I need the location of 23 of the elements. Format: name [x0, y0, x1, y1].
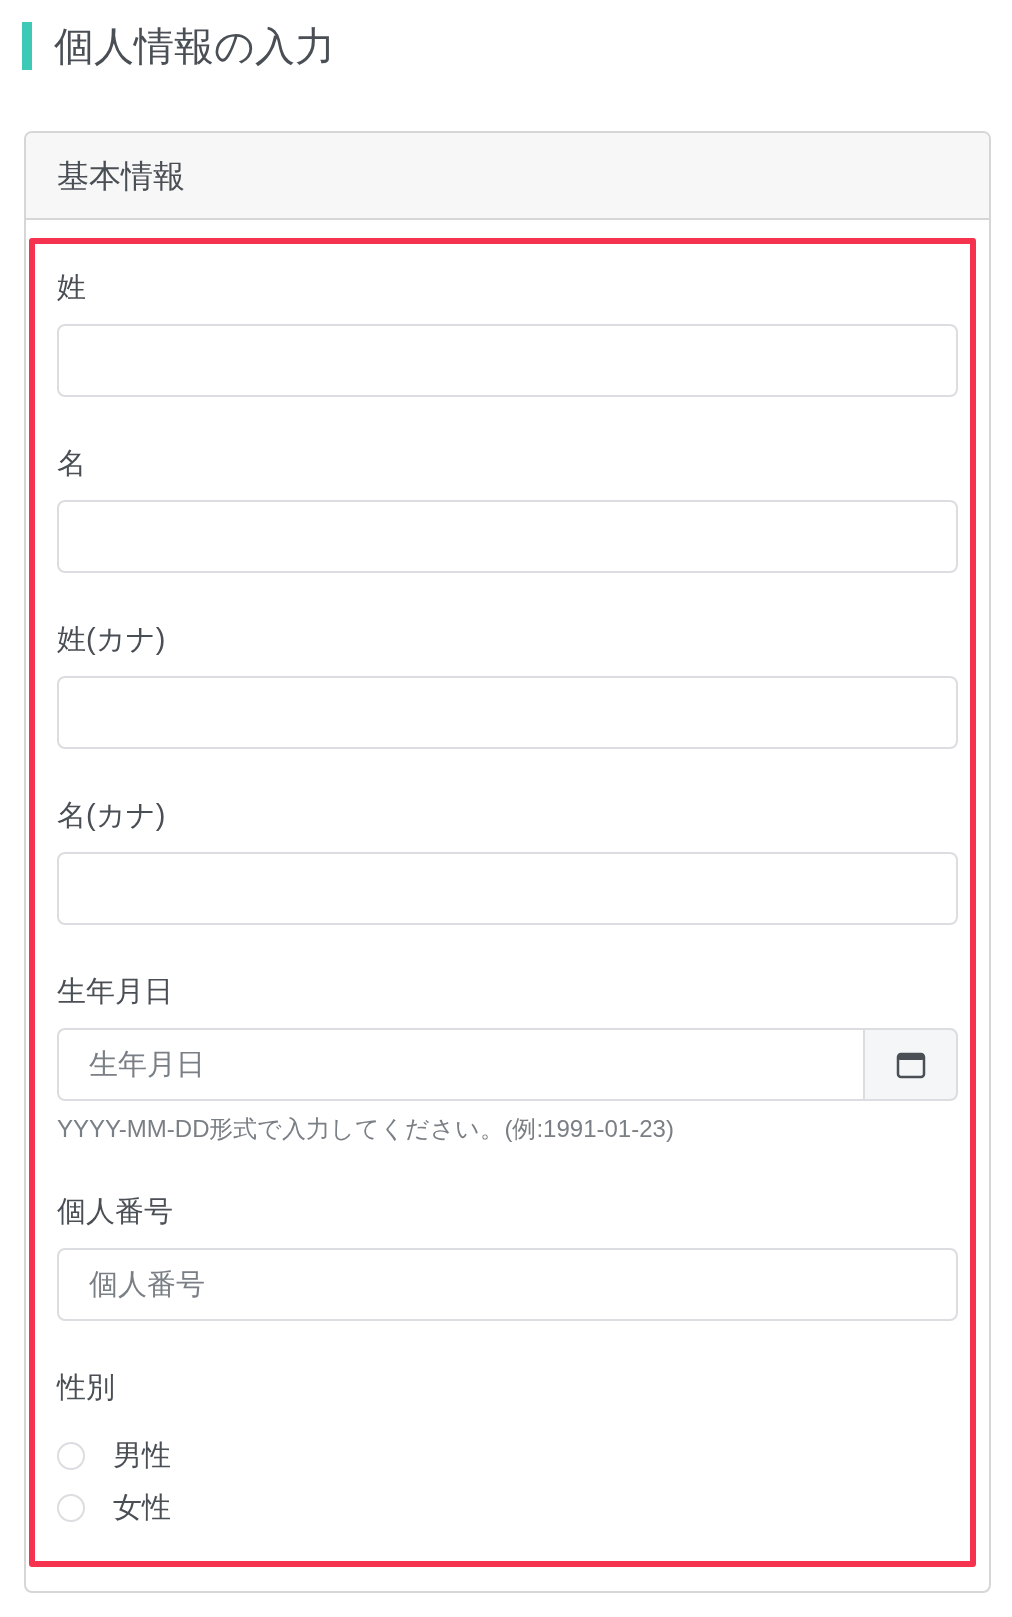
field-label: 個人番号: [57, 1194, 173, 1229]
date-field[interactable]: 生年月日: [57, 1028, 863, 1101]
field-label: 姓(カナ): [57, 622, 166, 657]
calendar-icon: [895, 1050, 926, 1079]
field-label: 名(カナ): [57, 798, 166, 833]
calendar-button[interactable]: [863, 1028, 958, 1101]
text-field[interactable]: [57, 324, 958, 397]
field-label: 名: [57, 446, 86, 481]
radio-label: 男性: [113, 1438, 171, 1474]
field-label: 性別: [57, 1370, 115, 1405]
radio-label: 女性: [113, 1490, 171, 1526]
text-field[interactable]: [57, 676, 958, 749]
card-header-title: 基本情報: [57, 156, 185, 196]
radio-button[interactable]: [57, 1494, 85, 1522]
text-field[interactable]: [57, 500, 958, 573]
field-label: 姓: [57, 270, 86, 305]
text-field[interactable]: 個人番号: [57, 1248, 958, 1321]
page-title: 個人情報の入力: [54, 22, 335, 70]
field-label: 生年月日: [57, 974, 173, 1009]
radio-button[interactable]: [57, 1442, 85, 1470]
accent-bar: [22, 21, 32, 70]
help-text: YYYY-MM-DD形式で入力してください。(例:1991-01-23): [57, 1114, 674, 1144]
text-field[interactable]: [57, 852, 958, 925]
